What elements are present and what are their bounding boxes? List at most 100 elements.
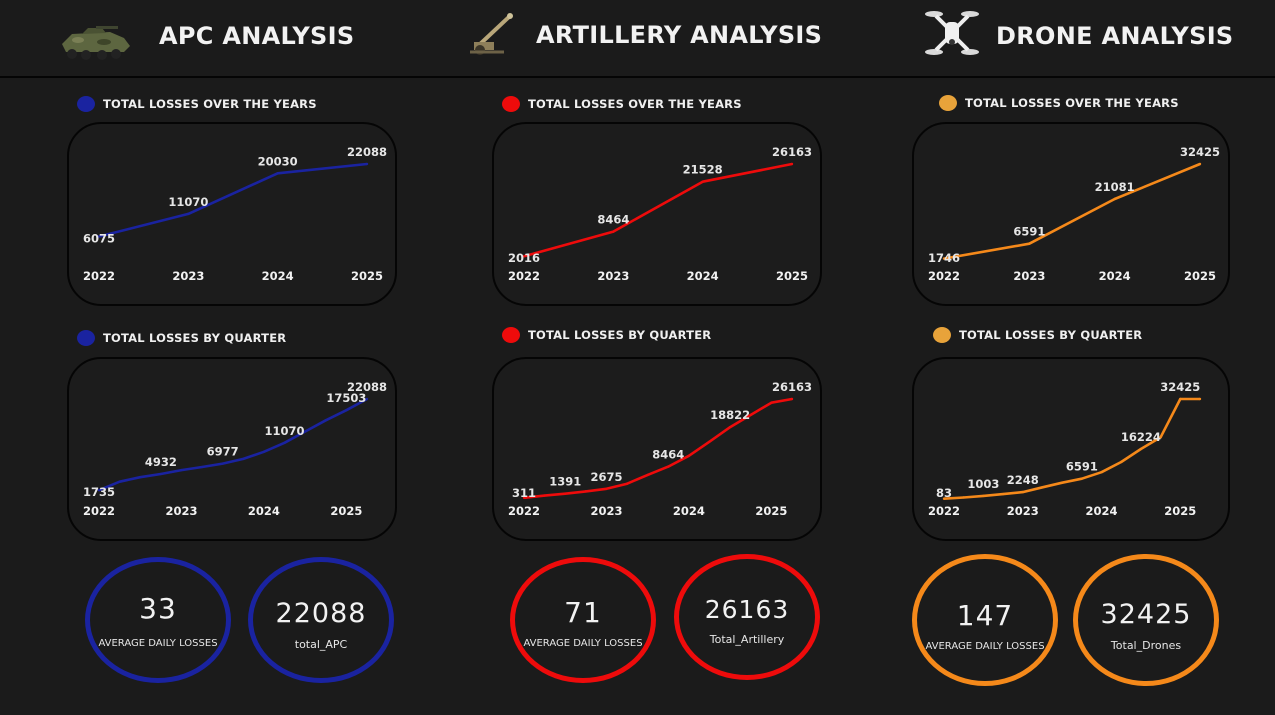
series-line: [98, 162, 368, 238]
data-label: 1746: [928, 251, 960, 265]
kpi-value: 33: [139, 592, 177, 625]
data-point: [728, 425, 732, 429]
data-label: 2016: [508, 251, 540, 265]
kpi-label: AVERAGE DAILY LOSSES: [98, 638, 218, 649]
apc-yearly-chart: 6075 11070 20030 22088 2022 2023 2024 2025: [67, 122, 397, 306]
data-label: 6075: [83, 231, 115, 245]
kpi-label: AVERAGE DAILY LOSSES: [523, 638, 643, 649]
data-label: 2248: [1007, 473, 1039, 487]
data-point: [1120, 460, 1123, 464]
x-tick-label: 2023: [1007, 504, 1039, 518]
x-tick-label: 2024: [262, 269, 294, 283]
x-tick-label: 2025: [351, 269, 383, 283]
x-tick-label: 2025: [1184, 269, 1216, 283]
kpi-value: 26163: [704, 595, 790, 624]
x-tick-label: 2023: [1013, 269, 1045, 283]
artillery-total-kpi: 26163 Total_Artillery: [674, 554, 820, 680]
data-label: 8464: [652, 448, 684, 462]
data-point: [982, 494, 985, 498]
artillery-quarterly-label: TOTAL LOSSES BY QUARTER: [502, 327, 711, 343]
data-point: [345, 408, 348, 412]
apc-avg-daily-kpi: 33 AVERAGE DAILY LOSSES: [85, 557, 231, 683]
kpi-value: 22088: [275, 598, 367, 629]
data-point: [365, 162, 369, 166]
data-point: [1198, 397, 1202, 401]
x-tick-label: 2022: [83, 504, 115, 518]
data-label: 11070: [168, 195, 208, 209]
data-label: 26163: [772, 145, 812, 159]
data-point: [543, 494, 546, 497]
data-point: [1080, 477, 1084, 480]
data-point: [687, 454, 691, 458]
x-tick-label: 2023: [597, 269, 629, 283]
data-point: [283, 441, 286, 445]
drone-avg-daily-kpi: 147 AVERAGE DAILY LOSSES: [912, 554, 1058, 686]
data-point: [200, 465, 204, 469]
data-label: 8464: [597, 213, 629, 227]
data-point: [646, 473, 649, 477]
data-label: 6977: [207, 445, 239, 459]
x-tick-label: 2025: [330, 504, 362, 518]
data-point: [118, 480, 121, 483]
data-point: [962, 496, 965, 499]
x-tick-label: 2023: [165, 504, 197, 518]
apc-quarterly-svg: 1735493269771107017503220882022 2023 2024 2…: [83, 380, 387, 518]
drone-section-title: DRONE ANALYSIS: [996, 22, 1234, 50]
apc-legend-dot: [77, 96, 95, 112]
drone-legend-dot: [933, 327, 951, 343]
artillery-section-title: ARTILLERY ANALYSIS: [536, 21, 823, 49]
data-point: [159, 472, 163, 476]
x-tick-label: 2024: [687, 269, 719, 283]
apc-quarterly-chart: 1735 4932 6977 11070 17503 22088 2022 2023 2024 2…: [67, 357, 397, 541]
data-label: 22088: [347, 145, 387, 159]
drone-quarterly-svg: 83 1003 2248 6591 16224 32425 2022 2023 2024 2025: [928, 380, 1202, 518]
apc-section-title: APC ANALYSIS: [159, 22, 355, 50]
data-label: 22088: [347, 380, 387, 394]
data-point: [324, 419, 327, 422]
x-tick-label: 2024: [248, 504, 280, 518]
data-point: [1179, 397, 1182, 401]
data-label: 4932: [145, 455, 177, 469]
x-tick-label: 2022: [928, 504, 960, 518]
series-line: [523, 162, 793, 258]
data-point: [139, 475, 142, 479]
drone-yearly-label: TOTAL LOSSES OVER THE YEARS: [939, 95, 1179, 111]
artillery-yearly-svg: 2016 8464 21528 26163 2022 2023 2024 2025: [508, 145, 812, 283]
data-label: 21528: [683, 163, 723, 177]
apc-yearly-svg: 6075 11070 20030 22088 2022 2023 2024 2025: [83, 145, 387, 283]
data-label: 26163: [772, 380, 812, 394]
data-label: 83: [936, 486, 952, 500]
kpi-value: 71: [564, 596, 602, 629]
data-label: 21081: [1095, 180, 1135, 194]
data-point: [790, 162, 794, 166]
drone-total-kpi: 32425 Total_Drones: [1073, 554, 1219, 686]
x-tick-label: 2022: [508, 269, 540, 283]
artillery-yearly-chart: 2016 8464 21528 26163 2022 2023 2024 2025: [492, 122, 822, 306]
data-point: [180, 468, 183, 472]
kpi-value: 147: [956, 599, 1014, 632]
data-point: [667, 465, 670, 468]
data-point: [1139, 447, 1143, 451]
kpi-label: Total_Artillery: [709, 633, 785, 646]
data-label: 32425: [1180, 145, 1220, 159]
drone-legend-dot: [939, 95, 957, 111]
data-point: [1113, 197, 1116, 201]
apc-vehicle-icon: [62, 26, 130, 60]
x-tick-label: 2025: [755, 504, 787, 518]
x-tick-label: 2024: [1086, 504, 1118, 518]
data-point: [242, 457, 245, 461]
data-label: 1391: [549, 475, 581, 489]
x-tick-label: 2025: [776, 269, 808, 283]
data-point: [1100, 470, 1103, 474]
artillery-avg-daily-kpi: 71 AVERAGE DAILY LOSSES: [510, 557, 656, 683]
x-tick-label: 2022: [928, 269, 960, 283]
kpi-label: Total_Drones: [1110, 639, 1182, 652]
artillery-quarterly-svg: 311 1391 2675 8464 18822 26163 2022 2023 2024 202…: [508, 380, 812, 518]
data-point: [1028, 242, 1031, 245]
data-label: 18822: [710, 408, 750, 422]
series-line: [943, 162, 1201, 260]
data-point: [1021, 490, 1024, 494]
apc-total-kpi: 22088 total_APC: [248, 557, 394, 683]
x-tick-label: 2022: [83, 269, 115, 283]
x-tick-label: 2023: [172, 269, 204, 283]
